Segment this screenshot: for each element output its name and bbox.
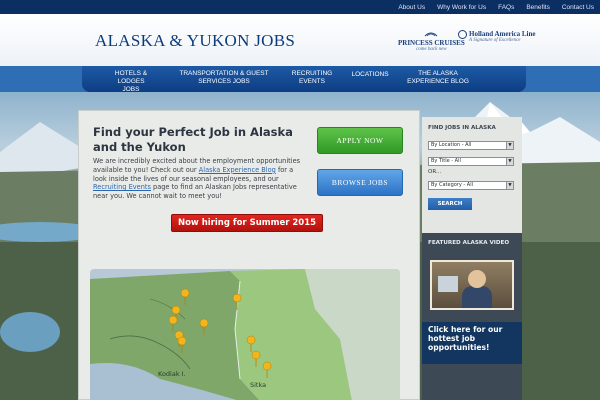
utility-links: About Us Why Work for Us FAQs Benefits C… bbox=[398, 0, 594, 14]
main-nav: HOTELS & LODGES JOBS TRANSPORTATION & GU… bbox=[0, 66, 600, 94]
featured-video-title: FEATURED ALASKA VIDEO bbox=[428, 240, 510, 246]
holland-america-logo[interactable]: Holland America Line A Signature of Exce… bbox=[458, 30, 536, 43]
video-presenter-body bbox=[462, 286, 492, 308]
video-screen-shape bbox=[438, 276, 458, 292]
category-select[interactable]: By Category - All ▼ bbox=[428, 181, 514, 190]
sidebar: FIND JOBS IN ALASKA By Location - All ▼ … bbox=[422, 117, 522, 400]
location-select[interactable]: By Location - All ▼ bbox=[428, 141, 514, 150]
main-content-panel: Find your Perfect Job in Alaska and the … bbox=[78, 110, 420, 400]
nav-recruiting-line2: EVENTS bbox=[298, 78, 325, 85]
link-contact-us[interactable]: Contact Us bbox=[562, 4, 594, 11]
chevron-down-icon: ▼ bbox=[506, 142, 513, 149]
title-select[interactable]: By Title - All ▼ bbox=[428, 157, 514, 166]
link-faqs[interactable]: FAQs bbox=[498, 4, 514, 11]
princess-seawitch-icon bbox=[425, 32, 438, 37]
princess-title: PRINCESS CRUISES bbox=[398, 39, 465, 47]
nav-locations[interactable]: LOCATIONS bbox=[348, 71, 392, 79]
apply-now-button[interactable]: APPLY NOW bbox=[317, 127, 403, 154]
search-button[interactable]: SEARCH bbox=[428, 198, 472, 210]
site-header: ALASKA & YUKON JOBS PRINCESS CRUISES com… bbox=[0, 14, 600, 66]
nav-transportation-guest-services[interactable]: TRANSPORTATION & GUEST SERVICES JOBS bbox=[178, 70, 270, 86]
find-jobs-title: FIND JOBS IN ALASKA bbox=[428, 125, 496, 131]
nav-alaska-experience-blog[interactable]: THE ALASKA EXPERIENCE BLOG bbox=[407, 70, 469, 86]
nav-hotels-lodges-jobs[interactable]: HOTELS & LODGES JOBS bbox=[110, 70, 152, 94]
map-label-sitka: Sitka bbox=[250, 381, 267, 389]
nav-blog-line2: EXPERIENCE BLOG bbox=[407, 78, 469, 85]
link-recruiting-events[interactable]: Recruiting Events bbox=[93, 183, 151, 191]
or-label: OR... bbox=[428, 169, 442, 175]
princess-tagline: come back new bbox=[416, 47, 447, 52]
featured-video-thumbnail[interactable] bbox=[430, 260, 514, 310]
nav-transportation-line1: TRANSPORTATION & GUEST bbox=[179, 70, 269, 77]
hal-title: Holland America Line bbox=[469, 30, 536, 38]
hottest-jobs-cta[interactable]: Click here for our hottest job opportuni… bbox=[422, 322, 522, 364]
now-hiring-button[interactable]: Now hiring for Summer 2015 bbox=[171, 214, 323, 232]
nav-locations-line1: LOCATIONS bbox=[351, 71, 389, 78]
video-presenter-head bbox=[468, 270, 486, 288]
find-jobs-box: FIND JOBS IN ALASKA By Location - All ▼ … bbox=[422, 117, 522, 233]
location-select-value: By Location - All bbox=[431, 142, 472, 148]
chevron-down-icon: ▼ bbox=[506, 158, 513, 165]
holland-america-crest-icon bbox=[458, 30, 467, 39]
chevron-down-icon: ▼ bbox=[506, 182, 513, 189]
link-about-us[interactable]: About Us bbox=[398, 4, 425, 11]
hal-tagline: A Signature of Excellence bbox=[469, 38, 521, 43]
link-benefits[interactable]: Benefits bbox=[526, 4, 550, 11]
nav-recruiting-events[interactable]: RECRUITING EVENTS bbox=[289, 70, 335, 86]
title-select-value: By Title - All bbox=[431, 158, 461, 164]
link-alaska-experience-blog[interactable]: Alaska Experience Blog bbox=[199, 166, 276, 174]
link-why-work-for-us[interactable]: Why Work for Us bbox=[437, 4, 486, 11]
category-select-value: By Category - All bbox=[431, 182, 473, 188]
nav-blog-line1: THE ALASKA bbox=[418, 70, 458, 77]
utility-bar: About Us Why Work for Us FAQs Benefits C… bbox=[0, 0, 600, 14]
nav-recruiting-line1: RECRUITING bbox=[291, 70, 333, 77]
nav-hotels-line1: HOTELS & bbox=[114, 70, 148, 77]
browse-jobs-button[interactable]: BROWSE JOBS bbox=[317, 169, 403, 196]
map-label-kodiak: Kodiak I. bbox=[158, 370, 186, 378]
princess-cruises-logo[interactable]: PRINCESS CRUISES come back new bbox=[398, 30, 465, 52]
job-locations-map[interactable]: Kodiak I. Sitka bbox=[90, 269, 400, 400]
intro-paragraph: We are incredibly excited about the empl… bbox=[93, 157, 305, 201]
nav-transportation-line2: SERVICES JOBS bbox=[198, 78, 250, 85]
page-headline: Find your Perfect Job in Alaska and the … bbox=[93, 125, 293, 154]
alaska-yukon-map-image bbox=[90, 269, 400, 400]
site-logo[interactable]: ALASKA & YUKON JOBS bbox=[95, 31, 295, 51]
